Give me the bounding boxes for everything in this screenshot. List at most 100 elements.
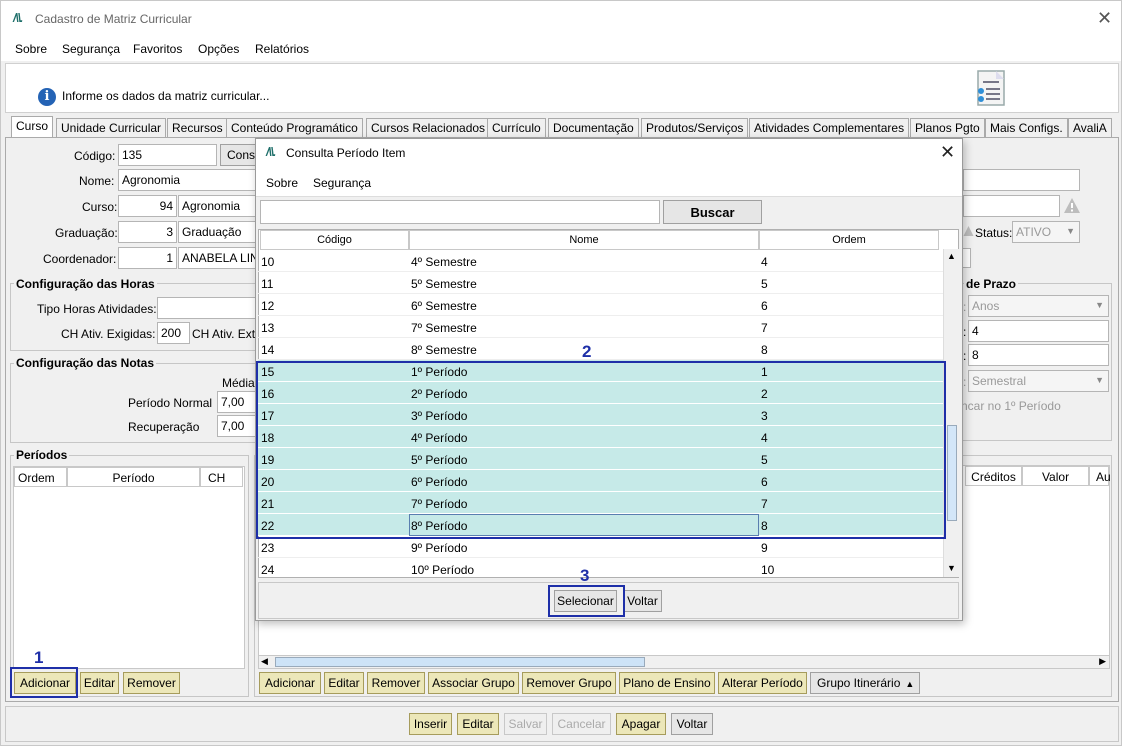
itens-col-au[interactable]: Au bbox=[1089, 466, 1111, 486]
dialog-col-ordem[interactable]: Ordem bbox=[759, 230, 939, 250]
tab-cursos-relacionados[interactable]: Cursos Relacionados bbox=[366, 118, 491, 138]
tab-planos-pgto[interactable]: Planos Pgto bbox=[910, 118, 985, 138]
prazo-tipo-select[interactable]: Semestral ▼ bbox=[968, 370, 1109, 392]
horizontal-scrollbar[interactable]: ◀ ▶ bbox=[258, 655, 1110, 669]
grupo-itinerario-button[interactable]: Grupo Itinerário ▲ bbox=[810, 672, 920, 694]
itens-col-valor[interactable]: Valor bbox=[1022, 466, 1089, 486]
dialog-title: Consulta Período Item bbox=[286, 146, 406, 160]
tab-mais-configs[interactable]: Mais Configs. bbox=[985, 118, 1068, 138]
annotation-1: 1 bbox=[34, 648, 44, 667]
cell-ordem: 10 bbox=[761, 563, 775, 577]
cell-ordem: 7 bbox=[761, 321, 768, 335]
periodos-editar-button[interactable]: Editar bbox=[80, 672, 119, 694]
dialog-search-input[interactable] bbox=[260, 200, 660, 224]
vertical-scroll-thumb[interactable] bbox=[947, 425, 957, 521]
periodos-col-ch[interactable]: CH bbox=[200, 467, 243, 487]
prazo-max-field[interactable]: 8 bbox=[968, 344, 1109, 366]
menu-opcoes[interactable]: Opções bbox=[198, 42, 239, 56]
itens-adicionar-button[interactable]: Adicionar bbox=[259, 672, 321, 694]
dialog-title-bar: /\\. Consulta Período Item ✕ bbox=[256, 139, 962, 166]
prazo-min-field[interactable]: 4 bbox=[968, 320, 1109, 342]
tab-recursos[interactable]: Recursos bbox=[167, 118, 228, 138]
cancelar-button[interactable]: Cancelar bbox=[552, 713, 611, 735]
footer-editar-button[interactable]: Editar bbox=[457, 713, 499, 735]
tab-curriculo[interactable]: Currículo bbox=[487, 118, 546, 138]
periodos-col-periodo[interactable]: Período bbox=[67, 467, 200, 487]
tab-atividades-complementares[interactable]: Atividades Complementares bbox=[749, 118, 910, 138]
itens-remover-button[interactable]: Remover bbox=[367, 672, 425, 694]
periodos-col-ordem[interactable]: Ordem bbox=[14, 467, 67, 487]
plano-de-ensino-button[interactable]: Plano de Ensino bbox=[619, 672, 715, 694]
status-value: ATIVO bbox=[1016, 225, 1052, 239]
ch-exigidas-field[interactable]: 200 bbox=[157, 322, 190, 344]
recuperacao-field[interactable]: 7,00 bbox=[217, 415, 258, 437]
tab-unidade-curricular[interactable]: Unidade Curricular bbox=[56, 118, 167, 138]
tab-documentacao[interactable]: Documentação bbox=[548, 118, 639, 138]
cell-ordem: 5 bbox=[761, 277, 768, 291]
close-icon[interactable]: ✕ bbox=[1097, 9, 1112, 27]
scroll-up-icon[interactable]: ▲ bbox=[947, 251, 956, 261]
dialog-close-icon[interactable]: ✕ bbox=[940, 143, 955, 161]
tab-avalia[interactable]: AvaliA bbox=[1068, 118, 1112, 138]
dialog-col-nome[interactable]: Nome bbox=[409, 230, 759, 250]
info-icon: i bbox=[38, 88, 56, 106]
coordenador-id-field[interactable]: 1 bbox=[118, 247, 177, 269]
table-row[interactable]: 23 9º Período 9 bbox=[258, 536, 944, 558]
chevron-up-icon: ▲ bbox=[905, 679, 915, 689]
apagar-button[interactable]: Apagar bbox=[616, 713, 666, 735]
curso-id-field[interactable]: 94 bbox=[118, 195, 177, 217]
scroll-down-icon[interactable]: ▼ bbox=[947, 563, 956, 573]
tab-curso[interactable]: Curso bbox=[11, 116, 54, 138]
tipo-horas-field[interactable] bbox=[157, 297, 258, 319]
dialog-voltar-button[interactable]: Voltar bbox=[623, 590, 662, 612]
itens-editar-button[interactable]: Editar bbox=[324, 672, 364, 694]
remover-grupo-button[interactable]: Remover Grupo bbox=[522, 672, 616, 694]
inserir-button[interactable]: Inserir bbox=[409, 713, 452, 735]
alterar-periodo-button[interactable]: Alterar Período bbox=[718, 672, 807, 694]
codigo-field[interactable]: 135 bbox=[118, 144, 217, 166]
dialog-col-codigo[interactable]: Código bbox=[260, 230, 409, 250]
nome-field-right[interactable] bbox=[963, 169, 1080, 191]
itens-col-creditos[interactable]: Créditos bbox=[965, 466, 1022, 486]
status-select[interactable]: ATIVO ▼ bbox=[1012, 221, 1080, 243]
footer-voltar-button[interactable]: Voltar bbox=[671, 713, 713, 735]
curso-nome-field: Agronomia bbox=[178, 195, 258, 217]
highlight-box-2 bbox=[256, 361, 946, 539]
periodos-remover-button[interactable]: Remover bbox=[123, 672, 180, 694]
scroll-right-icon[interactable]: ▶ bbox=[1099, 656, 1106, 667]
periodo-normal-field[interactable]: 7,00 bbox=[217, 391, 258, 413]
graduacao-nome-field: Graduação bbox=[178, 221, 258, 243]
nome-field[interactable]: Agronomia bbox=[118, 169, 258, 191]
table-row[interactable]: 24 10º Período 10 bbox=[258, 558, 944, 580]
dialog-menu-sobre[interactable]: Sobre bbox=[266, 176, 298, 190]
horizontal-scroll-thumb[interactable] bbox=[275, 657, 645, 667]
menu-favoritos[interactable]: Favoritos bbox=[133, 42, 182, 56]
salvar-button[interactable]: Salvar bbox=[504, 713, 547, 735]
coordenador-nome-field: ANABELA LINS bbox=[178, 247, 258, 269]
prazo-check-label[interactable]: ncar no 1º Período bbox=[961, 399, 1061, 413]
table-row[interactable]: 12 6º Semestre 6 bbox=[258, 294, 944, 316]
graduacao-id-field[interactable]: 3 bbox=[118, 221, 177, 243]
cell-codigo: 10 bbox=[261, 255, 275, 269]
consulta-button[interactable]: Consu bbox=[220, 144, 262, 166]
buscar-button[interactable]: Buscar bbox=[663, 200, 762, 224]
cell-nome: 4º Semestre bbox=[411, 255, 477, 269]
table-row[interactable]: 13 7º Semestre 7 bbox=[258, 316, 944, 338]
table-row[interactable]: 11 5º Semestre 5 bbox=[258, 272, 944, 294]
media-label: Média bbox=[222, 376, 255, 390]
associar-grupo-button[interactable]: Associar Grupo bbox=[428, 672, 519, 694]
tab-conteudo-programatico[interactable]: Conteúdo Programático bbox=[226, 118, 363, 138]
chevron-down-icon: ▼ bbox=[1095, 375, 1104, 385]
scroll-left-icon[interactable]: ◀ bbox=[261, 656, 268, 667]
prazo-unidade-select[interactable]: Anos ▼ bbox=[968, 295, 1109, 317]
dialog-menu-seguranca[interactable]: Segurança bbox=[313, 176, 371, 190]
table-row[interactable]: 14 8º Semestre 8 bbox=[258, 338, 944, 360]
menu-sobre[interactable]: Sobre bbox=[15, 42, 47, 56]
table-row[interactable]: 10 4º Semestre 4 bbox=[258, 250, 944, 272]
periodos-table[interactable] bbox=[13, 466, 245, 669]
menu-seguranca[interactable]: Segurança bbox=[62, 42, 120, 56]
tab-produtos-servicos[interactable]: Produtos/Serviços bbox=[641, 118, 749, 138]
cell-codigo: 14 bbox=[261, 343, 275, 357]
menu-relatorios[interactable]: Relatórios bbox=[255, 42, 309, 56]
graduacao-label: Graduação: bbox=[55, 226, 118, 240]
